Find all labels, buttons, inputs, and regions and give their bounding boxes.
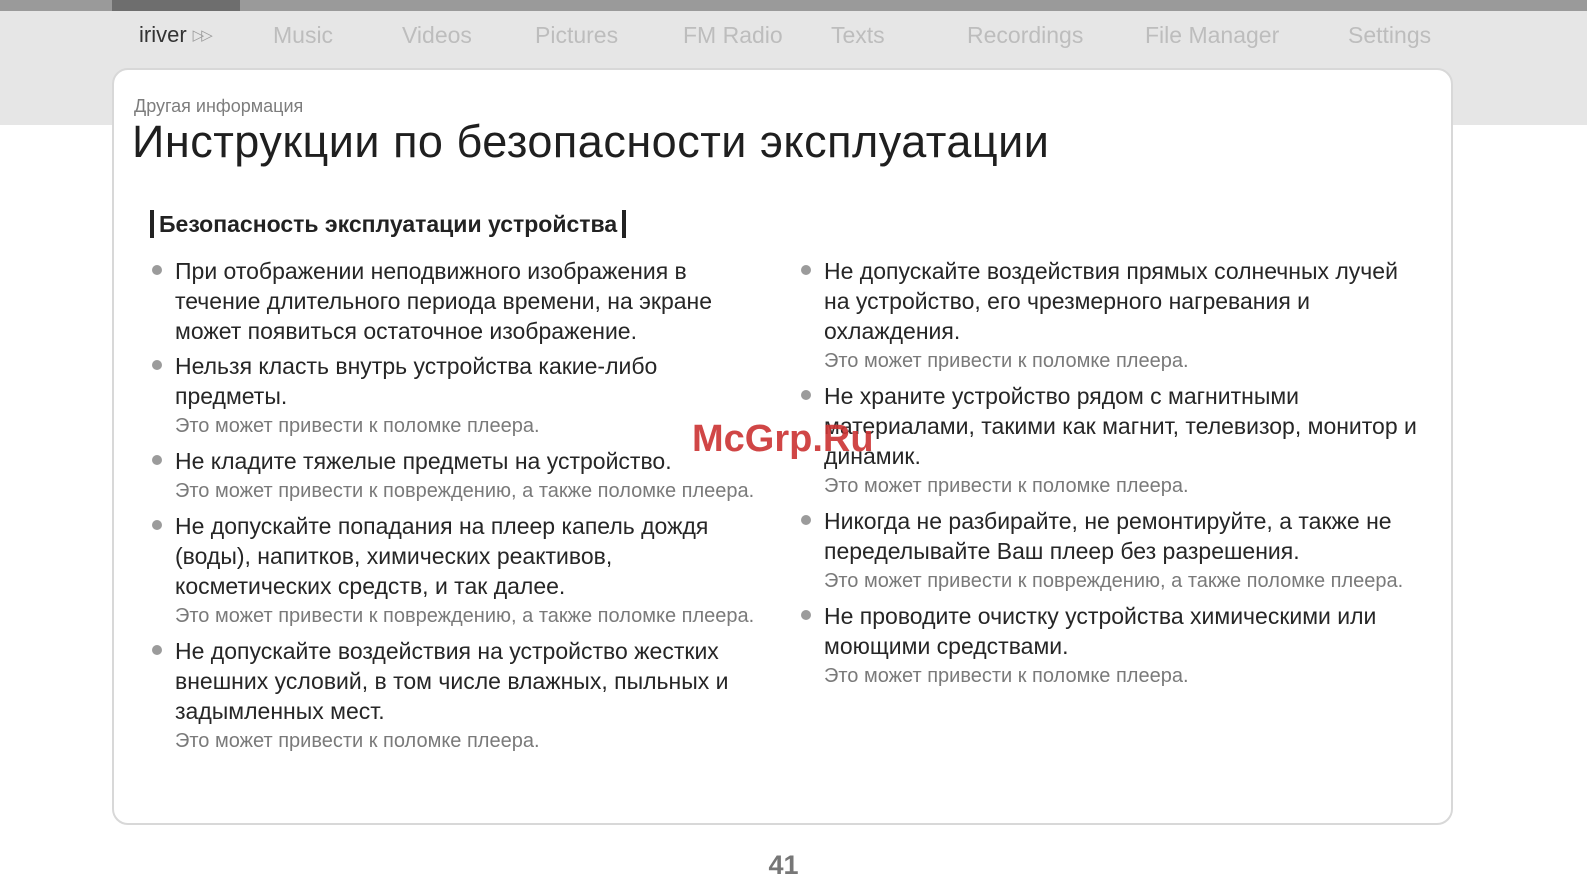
double-chevron-right-icon: ▷▷ [192,27,213,44]
list-item: Не допускайте попадания на плеер капель … [150,511,770,631]
nav-brand-iriver[interactable]: iriver ▷▷ [139,18,213,53]
bullet-icon [152,360,162,370]
nav-item-pictures[interactable]: Pictures [535,18,618,52]
item-text: Не проводите очистку устройства химическ… [824,603,1377,659]
nav-item-texts[interactable]: Texts [831,18,885,52]
nav-item-recordings[interactable]: Recordings [967,18,1083,52]
list-item: Никогда не разбирайте, не ремонтируйте, … [799,506,1424,596]
bullet-icon [152,455,162,465]
bullet-icon [801,390,811,400]
left-column: При отображении неподвижного изображения… [150,256,770,761]
nav-item-fm-radio[interactable]: FM Radio [683,18,783,52]
item-text: Не допускайте воздействия прямых солнечн… [824,258,1398,344]
item-text: Никогда не разбирайте, не ремонтируйте, … [824,508,1392,564]
bullet-icon [152,520,162,530]
item-note: Это может привести к поломке плеера. [824,350,1189,372]
item-note: Это может привести к поломке плеера. [824,665,1189,687]
bullet-icon [152,265,162,275]
item-text: Нельзя класть внутрь устройства какие-ли… [175,353,658,409]
active-tab-indicator [112,0,240,11]
item-text: Не допускайте попадания на плеер капель … [175,513,709,599]
bullet-icon [801,515,811,525]
nav-item-file-manager[interactable]: File Manager [1145,18,1279,52]
brand-label: iriver [139,22,187,47]
page-title: Инструкции по безопасности эксплуатации [132,116,1050,167]
item-note: Это может привести к поломке плеера. [175,730,540,752]
item-note: Это может привести к поломке плеера. [824,475,1189,497]
subheading: Безопасность эксплуатации устройства [150,210,627,238]
item-text: Не храните устройство рядом с магнитными… [824,383,1417,469]
item-text: Не допускайте воздействия на устройство … [175,638,729,724]
watermark: McGrp.Ru [692,418,874,460]
list-item: Не допускайте воздействия прямых солнечн… [799,256,1424,376]
bullet-icon [801,265,811,275]
section-label: Другая информация [134,96,304,116]
list-item: Не допускайте воздействия на устройство … [150,636,770,756]
item-text: Не кладите тяжелые предметы на устройств… [175,448,672,474]
right-column: Не допускайте воздействия прямых солнечн… [799,256,1424,696]
bullet-icon [152,645,162,655]
item-note: Это может привести к повреждению, а такж… [175,480,755,502]
list-item: Не кладите тяжелые предметы на устройств… [150,446,770,506]
item-note: Это может привести к поломке плеера. [175,415,540,437]
nav-item-videos[interactable]: Videos [402,18,472,52]
top-navigation: iriver ▷▷ Music Videos Pictures FM Radio … [0,18,1587,54]
item-note: Это может привести к повреждению, а такж… [175,605,755,627]
list-item: Нельзя класть внутрь устройства какие-ли… [150,351,770,441]
item-text: При отображении неподвижного изображения… [175,258,713,344]
page-number: 41 [768,850,799,880]
nav-item-settings[interactable]: Settings [1348,18,1431,52]
item-note: Это может привести к повреждению, а такж… [824,570,1404,592]
nav-item-music[interactable]: Music [273,18,333,52]
bullet-icon [801,610,811,620]
list-item: При отображении неподвижного изображения… [150,256,770,346]
list-item: Не храните устройство рядом с магнитными… [799,381,1424,501]
list-item: Не проводите очистку устройства химическ… [799,601,1424,691]
